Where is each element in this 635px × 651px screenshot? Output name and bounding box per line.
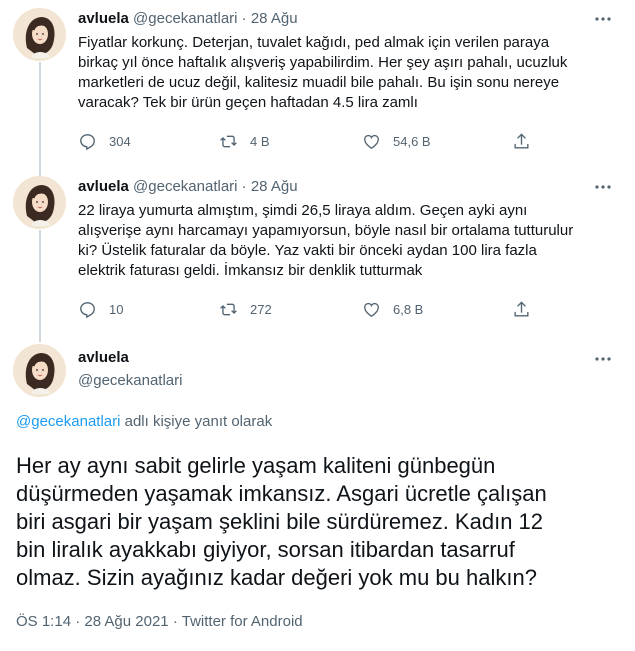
- like-button[interactable]: 6,8 B: [362, 299, 423, 319]
- retweet-icon: [220, 303, 237, 315]
- reply-to-link[interactable]: @gecekanatlari: [16, 413, 120, 430]
- like-count: 54,6 B: [393, 133, 431, 149]
- retweet-count: 272: [250, 301, 272, 317]
- tweet-time[interactable]: ÖS 1:14: [16, 613, 71, 630]
- separator: ·: [172, 613, 178, 630]
- reply-button[interactable]: 10: [78, 299, 123, 319]
- display-name[interactable]: avluela: [78, 178, 129, 195]
- tweet-text: Fiyatlar korkunç. Deterjan, tuvalet kağı…: [78, 34, 568, 111]
- handle[interactable]: @gecekanatlari: [78, 371, 182, 391]
- reply-icon: [80, 133, 95, 150]
- more-icon[interactable]: [593, 9, 613, 29]
- tweet-meta: ÖS 1:14 · 28 Ağu 2021 · Twitter for Andr…: [16, 613, 303, 630]
- reply-to-suffix: adlı kişiye yanıt olarak: [120, 413, 273, 430]
- reply-icon: [80, 301, 95, 318]
- display-name[interactable]: avluela: [78, 10, 129, 27]
- share-icon: [514, 132, 529, 149]
- share-button[interactable]: [512, 131, 543, 151]
- tweet-source[interactable]: Twitter for Android: [182, 613, 303, 630]
- retweet-count: 4 B: [250, 133, 270, 149]
- avatar[interactable]: [13, 8, 66, 61]
- separator: ·: [75, 613, 81, 630]
- display-name[interactable]: avluela: [78, 348, 129, 368]
- tweet-actions: 10 272 6,8 B: [78, 299, 548, 319]
- reply-context: @gecekanatlari adlı kişiye yanıt olarak: [16, 413, 272, 430]
- retweet-button[interactable]: 272: [219, 299, 272, 319]
- tweet-date[interactable]: 28 Ağu: [251, 178, 298, 195]
- handle[interactable]: @gecekanatlari: [133, 178, 237, 195]
- retweet-icon: [220, 135, 237, 147]
- tweet-header: avluela @gecekanatlari · 28 Ağu: [78, 177, 298, 197]
- more-icon[interactable]: [593, 349, 613, 369]
- avatar[interactable]: [13, 344, 66, 397]
- tweet-header: avluela @gecekanatlari · 28 Ağu: [78, 9, 298, 29]
- separator: ·: [241, 178, 247, 195]
- reply-count: 304: [109, 133, 131, 149]
- thread-line: [39, 62, 41, 176]
- reply-button[interactable]: 304: [78, 131, 131, 151]
- more-icon[interactable]: [593, 177, 613, 197]
- handle[interactable]: @gecekanatlari: [133, 10, 237, 27]
- share-icon: [514, 300, 529, 317]
- like-icon: [364, 134, 379, 149]
- tweet-actions: 304 4 B 54,6 B: [78, 131, 548, 151]
- separator: ·: [241, 10, 247, 27]
- main-tweet-text: Her ay aynı sabit gelirle yaşam kaliteni…: [16, 453, 547, 590]
- like-count: 6,8 B: [393, 301, 424, 317]
- retweet-button[interactable]: 4 B: [219, 131, 270, 151]
- tweet-text: 22 liraya yumurta almıştım, şimdi 26,5 l…: [78, 202, 574, 279]
- like-icon: [364, 302, 379, 317]
- tweet-date[interactable]: 28 Ağu: [251, 10, 298, 27]
- tweet-full-date[interactable]: 28 Ağu 2021: [84, 613, 168, 630]
- thread-line: [39, 230, 41, 342]
- like-button[interactable]: 54,6 B: [362, 131, 431, 151]
- reply-count: 10: [109, 301, 124, 317]
- avatar[interactable]: [13, 176, 66, 229]
- share-button[interactable]: [512, 299, 543, 319]
